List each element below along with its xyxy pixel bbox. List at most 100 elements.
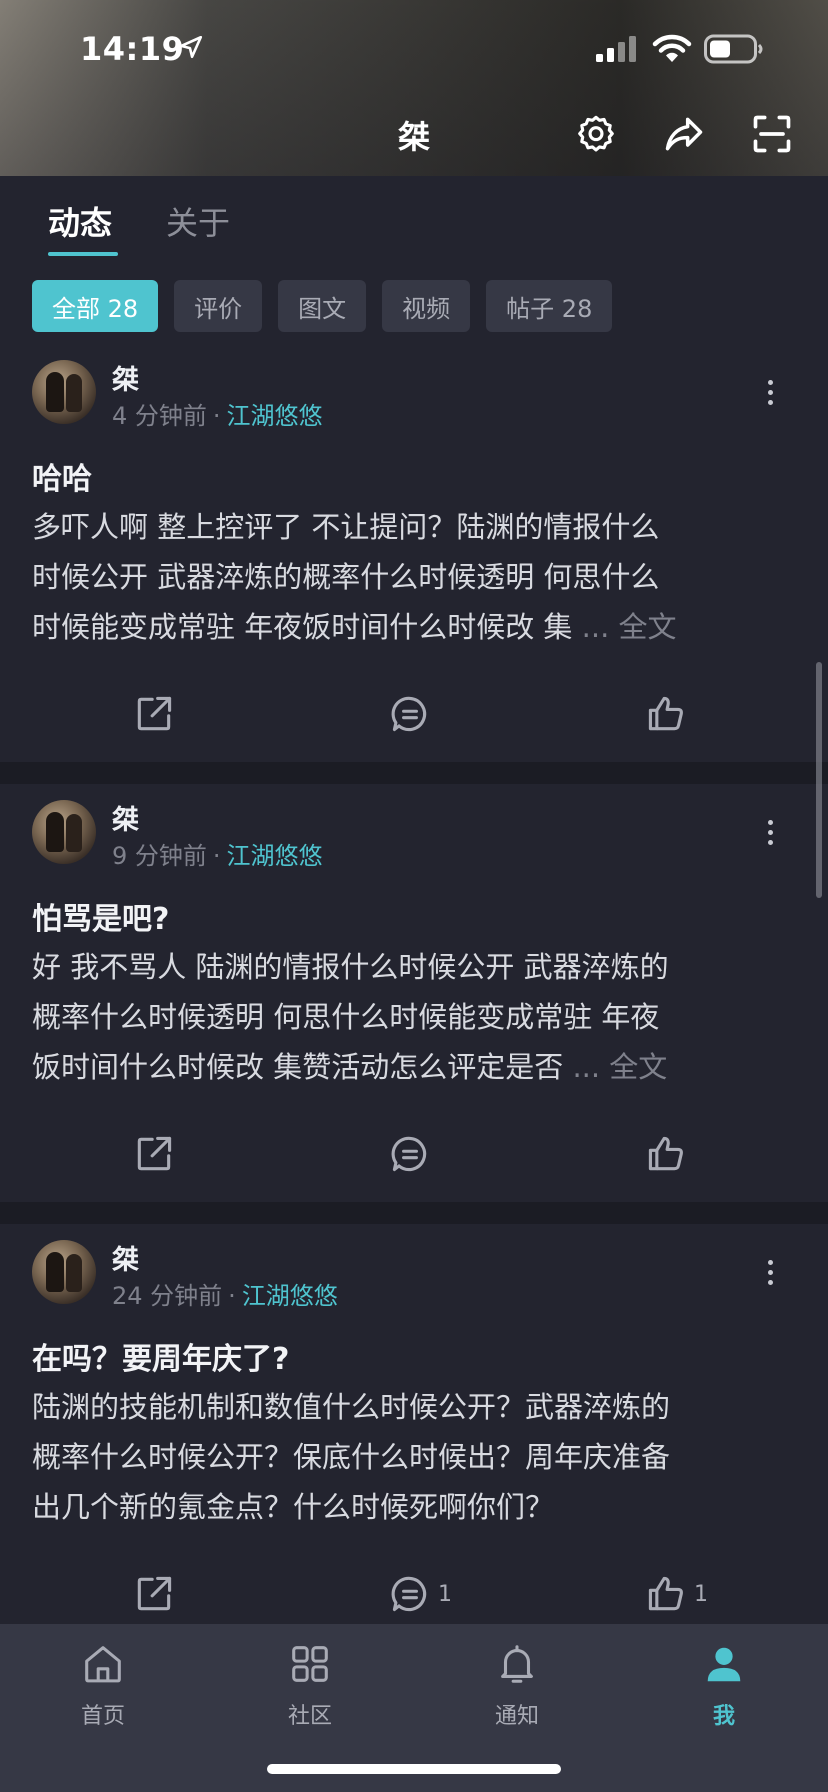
- wifi-icon: [652, 34, 692, 62]
- post-actions: [0, 684, 828, 744]
- scan-icon: [753, 115, 791, 153]
- home-indicator: [267, 1764, 561, 1774]
- avatar[interactable]: [32, 800, 96, 864]
- comment-button[interactable]: [388, 1124, 438, 1184]
- topic-link[interactable]: 江湖悠悠: [227, 402, 323, 430]
- post-body[interactable]: 好 我不骂人 陆渊的情报什么时候公开 武器淬炼的 概率什么时候透明 何思什么时候…: [32, 942, 796, 1092]
- thumbs-up-icon: [648, 1576, 683, 1611]
- top-navigation: 桀: [0, 100, 828, 166]
- post-actions: 1 1: [0, 1564, 828, 1624]
- user-icon: [707, 1647, 741, 1682]
- battery-icon: [704, 34, 763, 64]
- nav-me[interactable]: 我: [664, 1640, 784, 1740]
- post-actions: [0, 1124, 828, 1184]
- share-post-button[interactable]: [132, 684, 176, 744]
- topic-link[interactable]: 江湖悠悠: [227, 842, 323, 870]
- post-title: 在吗？要周年庆了?: [32, 1342, 290, 1377]
- comment-icon: [391, 1136, 427, 1172]
- grid-icon: [292, 1646, 328, 1682]
- post-body-line: 多吓人啊 整上控评了 不让提问？陆渊的情报什么: [32, 510, 660, 544]
- comment-icon: [391, 1576, 427, 1612]
- topic-link[interactable]: 江湖悠悠: [242, 1282, 338, 1310]
- meta-separator: ·: [212, 402, 221, 430]
- thumbs-up-icon: [648, 696, 683, 731]
- post-body-line: 好 我不骂人 陆渊的情报什么时候公开 武器淬炼的: [32, 950, 669, 984]
- cellular-signal-icon: [596, 36, 636, 62]
- gear-icon: [578, 115, 614, 152]
- post-body-line: 时候能变成常驻 年夜饭时间什么时候改 集: [32, 610, 582, 644]
- status-bar: 14:19: [0, 0, 828, 100]
- nav-notifications[interactable]: 通知: [457, 1640, 577, 1740]
- scrollbar[interactable]: [816, 662, 822, 898]
- avatar[interactable]: [32, 360, 96, 424]
- share-icon: [137, 1136, 172, 1171]
- filter-image-text[interactable]: 图文: [278, 280, 367, 332]
- filter-all[interactable]: 全部 28: [32, 280, 159, 332]
- post-card[interactable]: 桀 9 分钟前 · 江湖悠悠 怕骂是吧? 好 我不骂人 陆渊的情报什么时候公开 武器…: [0, 784, 828, 1202]
- post-body-line: 时候公开 武器淬炼的概率什么时候透明 何思什么: [32, 560, 660, 594]
- post-body-line: 概率什么时候公开？保底什么时候出？周年庆准备: [32, 1440, 671, 1474]
- meta-separator: ·: [212, 842, 221, 870]
- post-title: 怕骂是吧?: [32, 902, 170, 937]
- filter-review[interactable]: 评价: [174, 280, 263, 332]
- more-options-button[interactable]: [756, 812, 784, 852]
- author-name[interactable]: 桀: [112, 358, 139, 397]
- nav-community-label: 社区: [287, 1704, 332, 1729]
- tab-about[interactable]: 关于: [166, 198, 230, 244]
- post-time: 9 分钟前: [112, 842, 207, 870]
- share-icon: [137, 1576, 172, 1611]
- tab-dynamics[interactable]: 动态: [48, 198, 112, 244]
- comment-button[interactable]: [388, 684, 438, 744]
- share-arrow-icon: [665, 117, 703, 151]
- location-arrow-icon: [179, 35, 203, 59]
- filter-video[interactable]: 视频: [382, 280, 471, 332]
- thumbs-up-icon: [648, 1136, 683, 1171]
- read-more-link[interactable]: ... 全文: [572, 1050, 667, 1084]
- like-button[interactable]: [644, 1124, 694, 1184]
- post-time: 24 分钟前: [112, 1282, 223, 1310]
- nav-home[interactable]: 首页: [43, 1640, 163, 1740]
- like-button[interactable]: 1: [644, 1564, 708, 1624]
- profile-tabs: 动态 关于: [0, 176, 828, 266]
- post-feed: 桀 4 分钟前 · 江湖悠悠 哈哈 多吓人啊 整上控评了 不让提问？陆渊的情报什么 …: [0, 344, 828, 1642]
- post-time: 4 分钟前: [112, 402, 207, 430]
- post-card[interactable]: 桀 4 分钟前 · 江湖悠悠 哈哈 多吓人啊 整上控评了 不让提问？陆渊的情报什么 …: [0, 344, 828, 762]
- more-options-button[interactable]: [756, 1252, 784, 1292]
- scan-button[interactable]: [746, 108, 798, 160]
- read-more-link[interactable]: ... 全文: [582, 610, 677, 644]
- post-card[interactable]: 桀 24 分钟前 · 江湖悠悠 在吗？要周年庆了? 陆渊的技能机制和数值什么时候公开…: [0, 1224, 828, 1642]
- share-icon: [137, 696, 172, 731]
- post-body[interactable]: 多吓人啊 整上控评了 不让提问？陆渊的情报什么 时候公开 武器淬炼的概率什么时候…: [32, 502, 796, 652]
- post-title: 哈哈: [32, 462, 92, 497]
- share-post-button[interactable]: [132, 1124, 176, 1184]
- like-button[interactable]: [644, 684, 694, 744]
- share-post-button[interactable]: [132, 1564, 176, 1624]
- like-count: 1: [694, 1581, 708, 1607]
- post-meta: 9 分钟前 · 江湖悠悠: [112, 836, 323, 871]
- nav-community[interactable]: 社区: [250, 1640, 370, 1740]
- active-tab-indicator: [48, 252, 118, 256]
- filter-chips: 全部 28 评价 图文 视频 帖子 28: [32, 280, 613, 332]
- profile-header: 14:19 桀: [0, 0, 828, 176]
- nav-home-label: 首页: [80, 1704, 125, 1729]
- comment-icon: [391, 696, 427, 732]
- status-time: 14:19: [80, 30, 185, 68]
- post-body[interactable]: 陆渊的技能机制和数值什么时候公开？武器淬炼的 概率什么时候公开？保底什么时候出？…: [32, 1382, 796, 1532]
- post-divider: [0, 762, 828, 784]
- author-name[interactable]: 桀: [112, 798, 139, 837]
- filter-posts[interactable]: 帖子 28: [486, 280, 613, 332]
- avatar[interactable]: [32, 1240, 96, 1304]
- post-body-line: 概率什么时候透明 何思什么时候能变成常驻 年夜: [32, 1000, 660, 1034]
- post-meta: 4 分钟前 · 江湖悠悠: [112, 396, 323, 431]
- post-meta: 24 分钟前 · 江湖悠悠: [112, 1276, 338, 1311]
- meta-separator: ·: [228, 1282, 236, 1310]
- home-icon: [85, 1646, 121, 1683]
- comment-button[interactable]: 1: [388, 1564, 452, 1624]
- comment-count: 1: [438, 1581, 452, 1607]
- author-name[interactable]: 桀: [112, 1238, 139, 1277]
- bell-icon: [501, 1645, 533, 1683]
- share-button[interactable]: [658, 108, 710, 160]
- settings-button[interactable]: [570, 108, 622, 160]
- more-options-button[interactable]: [756, 372, 784, 412]
- post-body-line: 出几个新的氪金点？什么时候死啊你们？: [32, 1490, 555, 1524]
